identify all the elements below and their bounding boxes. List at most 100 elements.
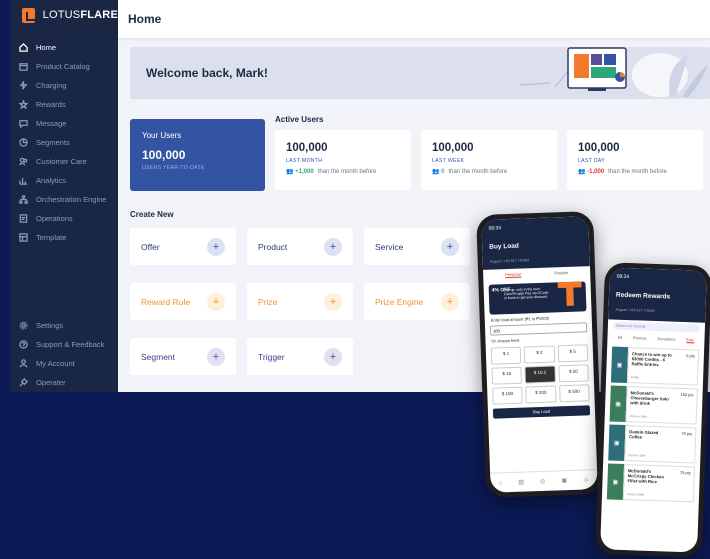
tab-donations[interactable]: Donations <box>657 336 675 343</box>
home-icon <box>18 43 28 53</box>
reward-category: Partner Offer <box>629 414 648 419</box>
sidebar-item-orchestration-engine[interactable]: Orchestration Engine <box>10 190 118 209</box>
create-segment-tile[interactable]: Segment + <box>130 338 236 375</box>
welcome-banner: Welcome back, Mark! <box>130 47 710 99</box>
flare-logo-icon <box>557 281 582 306</box>
segments-icon <box>18 138 28 148</box>
account-icon[interactable]: ☺ <box>583 477 589 483</box>
amount-option[interactable]: $ 2 <box>524 345 555 364</box>
stat-change-row: 👥 0 than the month before <box>432 168 546 176</box>
amount-option[interactable]: $ 10.2 <box>524 365 556 384</box>
amount-option[interactable]: $ 5 <box>557 344 589 363</box>
active-users-last-month-card: 100,000 LAST MONTH 👥 +1,000 than the mont… <box>275 130 411 190</box>
create-product-tile[interactable]: Product + <box>247 228 353 265</box>
reward-category: Raffle <box>631 375 639 380</box>
users-icon: 👥 <box>578 169 586 175</box>
reward-item[interactable]: ▣ McDonald's Cheeseburger Solo with drink… <box>609 385 698 425</box>
stat-value: 100,000 <box>432 142 474 154</box>
sidebar-item-segments[interactable]: Segments <box>10 133 118 152</box>
create-prize-tile[interactable]: Prize + <box>247 283 353 320</box>
plus-icon[interactable]: + <box>324 237 342 256</box>
create-reward-rule-tile[interactable]: Reward Rule + <box>130 283 236 320</box>
buy-load-button[interactable]: Buy Load <box>492 405 591 419</box>
plus-icon[interactable]: + <box>207 347 225 366</box>
sidebar-item-settings[interactable]: Settings <box>10 316 118 335</box>
plus-icon[interactable]: + <box>324 347 342 366</box>
sidebar-item-label: Orchestration Engine <box>36 195 107 204</box>
reward-tabs: All Promos Donations Eats <box>607 331 704 346</box>
sidebar-item-template[interactable]: Template <box>10 228 118 247</box>
plus-icon[interactable]: + <box>324 292 342 311</box>
amount-option[interactable]: $ 100 <box>492 386 524 405</box>
sidebar-item-customer-care[interactable]: Customer Care <box>10 152 118 171</box>
tab-eats[interactable]: Eats <box>685 337 695 344</box>
tile-label: Trigger <box>258 351 285 362</box>
phone-screen: 08:34 Buy Load August • +63 917 770493 P… <box>481 216 598 493</box>
reward-points: 150 pts <box>680 391 694 398</box>
amount-option[interactable]: $ 10 <box>491 366 523 385</box>
tab-all[interactable]: All <box>618 335 623 341</box>
tile-label: Offer <box>141 241 160 252</box>
active-users-last-day-card: 100,000 LAST DAY 👥 -1,000 than the month … <box>567 130 703 190</box>
your-users-value: 100,000 <box>142 148 186 162</box>
phone-header: 08:34 Buy Load August • +63 917 770493 <box>481 216 590 270</box>
page-title: Home <box>128 12 162 26</box>
sidebar-item-label: Message <box>36 119 67 128</box>
rewards-search-input[interactable]: Search for rewards <box>612 321 701 333</box>
sidebar-item-label: Customer Care <box>36 157 87 166</box>
customer-care-icon <box>18 157 28 167</box>
tab-personal[interactable]: Personal <box>504 271 521 279</box>
amount-input[interactable]: 100 <box>489 322 588 336</box>
tile-label: Prize <box>258 296 278 307</box>
create-trigger-tile[interactable]: Trigger + <box>247 338 353 375</box>
home-icon[interactable]: ⌂ <box>498 480 502 486</box>
sidebar-item-label: Home <box>36 43 57 52</box>
sidebar-item-label: Charging <box>36 81 67 90</box>
rewards-icon[interactable]: ◎ <box>540 478 545 485</box>
stat-change-value: 0 <box>441 169 445 175</box>
amount-option[interactable]: $ 500 <box>558 384 590 403</box>
plus-icon[interactable]: + <box>207 237 225 256</box>
sidebar-item-operater[interactable]: Operater <box>10 373 118 392</box>
amount-option[interactable]: $ 200 <box>525 385 557 404</box>
sidebar-item-message[interactable]: Message <box>10 114 118 133</box>
amount-option[interactable]: $ 1 <box>490 346 522 365</box>
sidebar-item-product-catalog[interactable]: Product Catalog <box>10 57 118 76</box>
reward-item[interactable]: ▣ Chance to win up to $3000 Credits - 6 R… <box>610 346 700 386</box>
sidebar-item-my-account[interactable]: My Account <box>10 354 118 373</box>
sidebar-item-operations[interactable]: Operations <box>10 209 118 228</box>
tab-promos[interactable]: Promos <box>633 335 647 341</box>
stat-change-value: +1,000 <box>295 169 314 175</box>
sidebar-item-rewards[interactable]: Rewards <box>10 95 118 114</box>
create-prize-engine-tile[interactable]: Prize Engine + <box>364 283 470 320</box>
support-icon <box>18 340 28 350</box>
stat-note: than the month before <box>448 168 508 175</box>
amount-label: Enter load amount (₱1 to ₱1000) <box>490 315 550 323</box>
sidebar-item-support-feedback[interactable]: Support & Feedback <box>10 335 118 354</box>
stat-note: than the month before <box>317 168 377 175</box>
sidebar-item-charging[interactable]: Charging <box>10 76 118 95</box>
promo-banner[interactable]: 4% OFF Top-up, only in the new FlareTel … <box>488 281 587 315</box>
load-icon[interactable]: ▤ <box>518 479 524 486</box>
tab-retailer[interactable]: Retailer <box>554 270 568 276</box>
reward-item[interactable]: ▣ McDonald's McCrispy Chicken Fillet with… <box>606 463 696 503</box>
sidebar-item-analytics[interactable]: Analytics <box>10 171 118 190</box>
amount-option[interactable]: $ 50 <box>558 364 589 383</box>
reward-title: McDonald's Cheeseburger Solo with drink <box>630 390 669 406</box>
phone-sub: August • +63 917 770493 <box>489 258 530 264</box>
plus-icon[interactable]: + <box>441 292 459 311</box>
reward-points: 75 pts <box>679 469 691 476</box>
phone-title: Buy Load <box>489 242 519 251</box>
plus-icon[interactable]: + <box>441 237 459 256</box>
create-service-tile[interactable]: Service + <box>364 228 470 265</box>
lotusflare-logo-icon <box>22 7 35 23</box>
phone-tabs: Personal Retailer <box>483 266 590 282</box>
sidebar-item-home[interactable]: Home <box>10 38 118 57</box>
store-icon[interactable]: ▣ <box>561 477 567 484</box>
sidebar-item-label: Operations <box>36 214 73 223</box>
stat-change-value: -1,000 <box>587 169 605 175</box>
plus-icon[interactable]: + <box>207 292 225 311</box>
reward-item[interactable]: ▣ Dunkin Glazed Coffee 75 pts Partner Offer <box>608 424 697 464</box>
logo[interactable]: LOTUSFLARE <box>10 0 118 30</box>
create-offer-tile[interactable]: Offer + <box>130 228 236 265</box>
